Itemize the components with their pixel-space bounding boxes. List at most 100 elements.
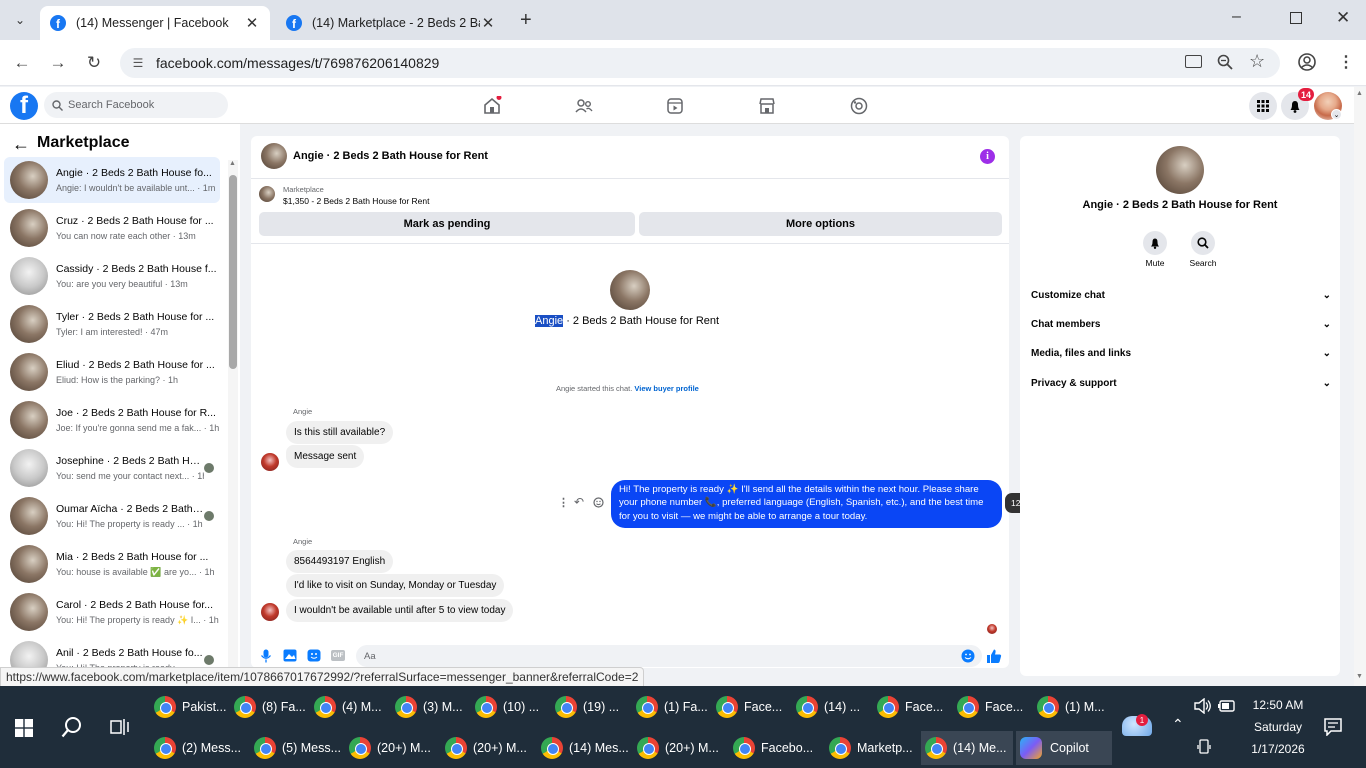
gaming-icon[interactable]	[849, 96, 869, 116]
battery-icon[interactable]	[1218, 699, 1236, 713]
url-text[interactable]: facebook.com/messages/t/769876206140829	[156, 55, 439, 71]
account-chevron-icon[interactable]: ⌄	[1331, 109, 1342, 120]
message-more-icon[interactable]: ⋮	[558, 496, 569, 509]
reload-icon[interactable]: ↻	[81, 50, 107, 76]
incoming-message[interactable]: Is this still available?	[286, 421, 394, 444]
taskbar-window[interactable]: (3) M...	[391, 690, 469, 724]
tab-search-chevron-icon[interactable]: ⌄	[10, 10, 30, 30]
conversation-item[interactable]: Eliud · 2 Beds 2 Bath House for ... Eliud…	[4, 349, 220, 395]
angie-avatar[interactable]	[261, 453, 279, 471]
menu-dots-icon[interactable]: ⋮	[1338, 52, 1354, 72]
taskbar-window[interactable]: (5) Mess...	[250, 731, 342, 765]
conversation-item[interactable]: Mia · 2 Beds 2 Bath House for ... You: ho…	[4, 541, 220, 587]
more-options-button[interactable]: More options	[639, 212, 1002, 236]
device-icon[interactable]	[1197, 739, 1211, 755]
scroll-down-arrow-icon[interactable]: ▼	[1356, 673, 1363, 680]
outgoing-message[interactable]: Hi! The property is ready ✨ I'll send al…	[611, 480, 1002, 528]
facebook-logo-icon[interactable]: f	[10, 92, 38, 120]
conversation-item[interactable]: Cruz · 2 Beds 2 Bath House for ... You ca…	[4, 205, 220, 251]
thumbs-up-icon[interactable]	[986, 648, 1002, 664]
page-scrollbar[interactable]	[1354, 87, 1366, 686]
zoom-icon[interactable]	[1217, 54, 1233, 70]
incoming-message[interactable]: I wouldn't be available until after 5 to…	[286, 599, 514, 622]
tab-marketplace[interactable]: f (14) Marketplace - 2 Beds 2 Bat ✕	[276, 6, 506, 40]
video-icon[interactable]	[665, 96, 685, 116]
conversation-item[interactable]: Angie · 2 Beds 2 Bath House fo... Angie: …	[4, 157, 220, 203]
tab-messenger[interactable]: f (14) Messenger | Facebook ✕	[40, 6, 270, 40]
taskbar-window[interactable]: (8) Fa...	[230, 690, 308, 724]
back-arrow-icon[interactable]: ←	[9, 50, 35, 76]
taskbar-window[interactable]: (1) Fa...	[632, 690, 710, 724]
restore-icon[interactable]	[1290, 12, 1302, 24]
media-files-links-section[interactable]: Media, files and links ⌄	[1031, 348, 1331, 359]
home-icon[interactable]	[482, 96, 502, 116]
taskbar-window[interactable]: (20+) M...	[633, 731, 725, 765]
conversation-item[interactable]: Carol · 2 Beds 2 Bath House for... You: H…	[4, 589, 220, 635]
microphone-icon[interactable]	[260, 649, 272, 663]
react-emoji-icon[interactable]	[593, 497, 604, 508]
photo-icon[interactable]	[283, 649, 297, 662]
taskbar-window[interactable]: (20+) M...	[441, 731, 533, 765]
chat-members-section[interactable]: Chat members ⌄	[1031, 319, 1331, 330]
volume-icon[interactable]	[1194, 698, 1212, 714]
taskbar-window[interactable]: Face...	[873, 690, 951, 724]
mark-as-pending-button[interactable]: Mark as pending	[259, 212, 635, 236]
listing-detail[interactable]: $1,350 - 2 Beds 2 Bath House for Rent	[283, 196, 429, 206]
conversation-item[interactable]: Josephine · 2 Beds 2 Bath Ho... You: send…	[4, 445, 220, 491]
taskbar-window[interactable]: Pakist...	[150, 690, 228, 724]
customize-chat-section[interactable]: Customize chat ⌄	[1031, 290, 1331, 301]
chat-avatar[interactable]	[261, 143, 287, 169]
taskbar-window[interactable]: Marketp...	[825, 731, 917, 765]
info-icon[interactable]: i	[980, 149, 995, 164]
message-input[interactable]: Aa	[356, 645, 982, 667]
scroll-up-arrow-icon[interactable]: ▲	[1356, 90, 1363, 97]
clock-time[interactable]: 12:50 AM	[1238, 698, 1318, 712]
facebook-search-input[interactable]: Search Facebook	[44, 92, 228, 118]
mute-button[interactable]	[1143, 231, 1167, 255]
site-info-icon[interactable]: ☰	[120, 56, 156, 70]
gif-icon[interactable]: GIF	[331, 650, 345, 661]
profile-icon[interactable]	[1298, 53, 1316, 71]
scrollbar-thumb[interactable]	[229, 175, 237, 369]
incoming-message[interactable]: I'd like to visit on Sunday, Monday or T…	[286, 574, 505, 597]
taskbar-window[interactable]: (19) ...	[551, 690, 629, 724]
clock-date[interactable]: 1/17/2026	[1238, 742, 1318, 756]
conversation-item[interactable]: Cassidy · 2 Beds 2 Bath House f... You: a…	[4, 253, 220, 299]
install-app-icon[interactable]	[1185, 55, 1202, 68]
taskbar-window[interactable]: (14) ...	[792, 690, 870, 724]
sticker-icon[interactable]	[307, 649, 321, 662]
taskbar-window[interactable]: (14) Me...	[921, 731, 1013, 765]
menu-grid-button[interactable]	[1249, 92, 1277, 120]
taskbar-window[interactable]: (10) ...	[471, 690, 549, 724]
show-hidden-icons-chevron-icon[interactable]: ⌃	[1172, 716, 1184, 733]
taskbar-window[interactable]: (4) M...	[310, 690, 388, 724]
details-avatar[interactable]	[1156, 146, 1204, 194]
bookmark-star-icon[interactable]: ☆	[1249, 51, 1265, 72]
address-bar[interactable]: ☰ facebook.com/messages/t/76987620614082…	[120, 48, 1280, 78]
marketplace-icon[interactable]	[757, 96, 777, 116]
taskbar-window[interactable]: Face...	[953, 690, 1031, 724]
listing-thumbnail[interactable]	[259, 186, 275, 202]
privacy-support-section[interactable]: Privacy & support ⌄	[1031, 378, 1331, 389]
taskbar-window[interactable]: Face...	[712, 690, 790, 724]
search-in-conversation-button[interactable]	[1191, 231, 1215, 255]
taskbar-window[interactable]: (1) M...	[1033, 690, 1111, 724]
task-view-icon[interactable]	[110, 718, 130, 736]
close-tab-icon[interactable]: ✕	[480, 14, 496, 32]
notification-center-icon[interactable]	[1324, 718, 1342, 736]
angie-avatar[interactable]	[261, 603, 279, 621]
conversation-item[interactable]: Oumar Aïcha · 2 Beds 2 Bath ... You: Hi! …	[4, 493, 220, 539]
scroll-up-arrow-icon[interactable]: ▲	[229, 160, 236, 167]
conversation-header-avatar[interactable]	[610, 270, 650, 310]
taskbar-window[interactable]: (20+) M...	[345, 731, 437, 765]
incoming-message[interactable]: Message sent	[286, 445, 365, 468]
reply-icon[interactable]: ↶	[574, 495, 584, 509]
friends-icon[interactable]	[574, 96, 594, 116]
search-icon[interactable]	[61, 716, 83, 738]
chat-title[interactable]: Angie · 2 Beds 2 Bath House for Rent	[293, 150, 488, 162]
taskbar-window[interactable]: Facebo...	[729, 731, 821, 765]
windows-start-icon[interactable]	[15, 719, 33, 737]
incoming-message[interactable]: 8564493197 English	[286, 550, 394, 573]
close-window-icon[interactable]: ✕	[1336, 8, 1350, 28]
conversation-item[interactable]: Tyler · 2 Beds 2 Bath House for ... Tyler…	[4, 301, 220, 347]
